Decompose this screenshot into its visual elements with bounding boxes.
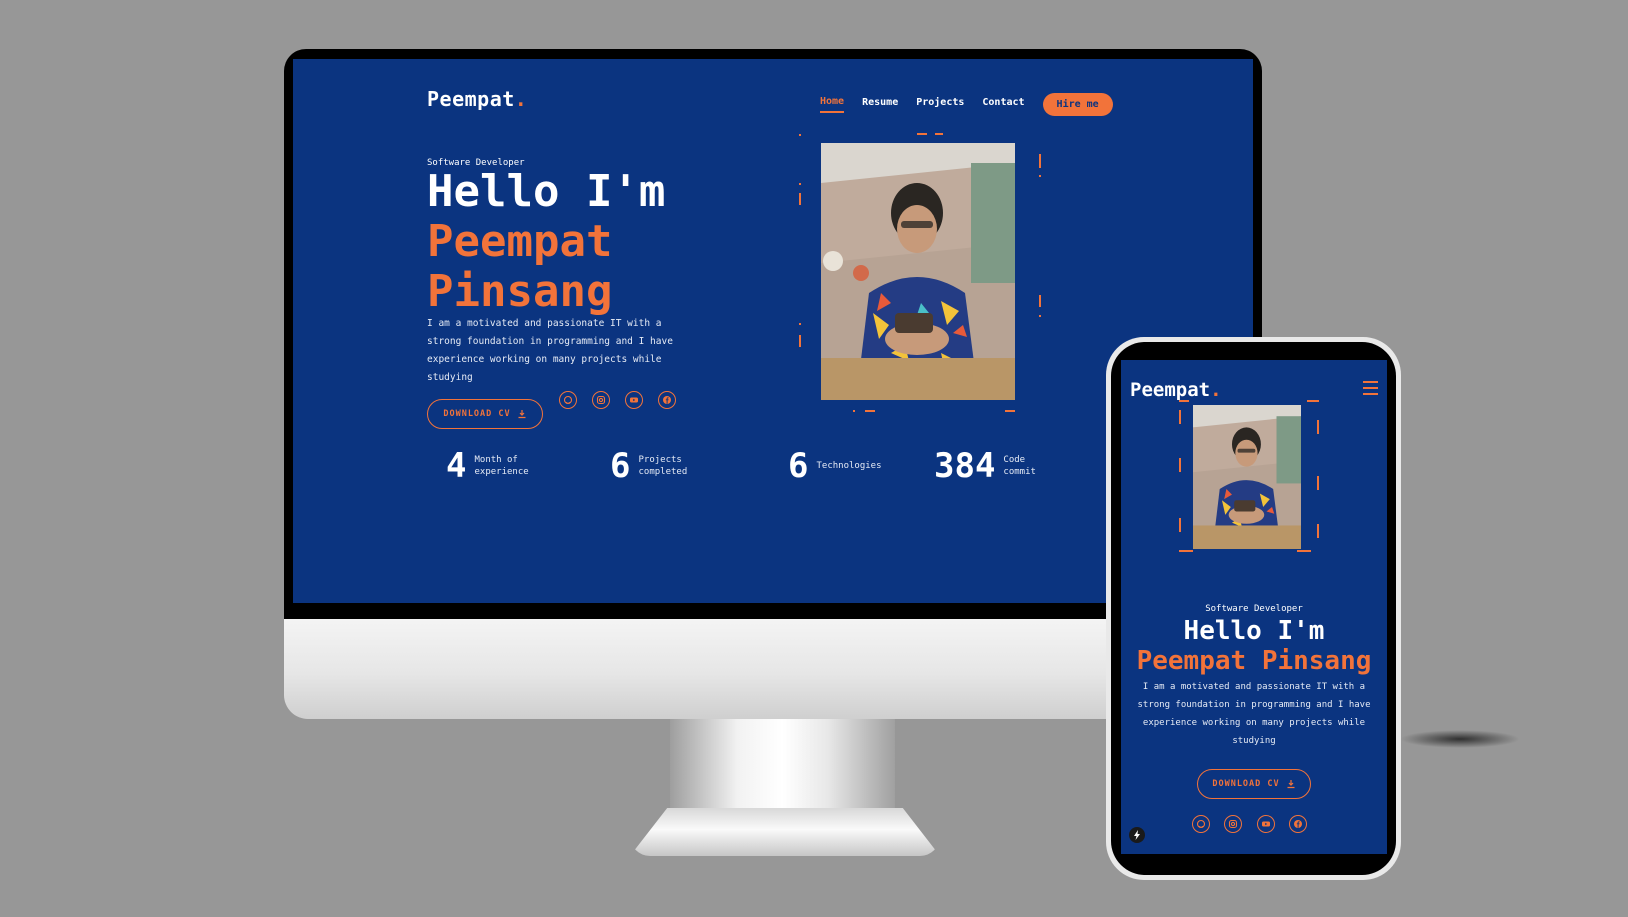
mobile-hero-heading: Hello I'm Peempat Pinsang (1121, 616, 1387, 676)
mobile-profile-photo (1193, 405, 1301, 549)
nav-projects[interactable]: Projects (916, 97, 964, 112)
instagram-icon[interactable] (592, 391, 610, 409)
mobile-greeting: Hello I'm (1183, 616, 1325, 646)
monitor-stand-base (630, 808, 940, 856)
facebook-icon[interactable] (658, 391, 676, 409)
profile-photo (821, 143, 1015, 400)
download-icon (1287, 780, 1295, 789)
download-cv-label: DOWNLOAD CV (443, 409, 511, 419)
github-icon[interactable] (1192, 815, 1210, 833)
stat-technologies: 6 Technologies (788, 446, 882, 486)
youtube-icon[interactable] (625, 391, 643, 409)
hero-description: I am a motivated and passionate IT with … (427, 318, 673, 383)
download-icon (518, 410, 526, 419)
bolt-icon[interactable] (1129, 827, 1145, 843)
mobile-screen: Peempat. Software Developer Hello I'm Pe… (1121, 360, 1387, 854)
mobile-download-cv-button[interactable]: DOWNLOAD CV (1197, 769, 1311, 799)
phone-shadow (1400, 730, 1520, 748)
brand-logo[interactable]: Peempat. (427, 87, 527, 111)
monitor-stand-neck (670, 719, 895, 811)
last-name: Pinsang (427, 266, 613, 317)
stat-experience: 4 Month of experience (446, 446, 529, 486)
hire-me-button[interactable]: Hire me (1042, 93, 1113, 116)
download-cv-button[interactable]: DOWNLOAD CV (427, 399, 543, 429)
mobile-role-subtitle: Software Developer (1205, 604, 1303, 614)
facebook-icon[interactable] (1289, 815, 1307, 833)
menu-icon[interactable] (1363, 381, 1378, 395)
greeting: Hello I'm (427, 166, 666, 217)
nav-home[interactable]: Home (820, 96, 845, 113)
main-nav: Home Resume Projects Contact Hire me (820, 93, 1113, 116)
first-name: Peempat (427, 216, 613, 267)
hero-heading: Hello I'm Peempat Pinsang (427, 167, 665, 317)
mobile-photo-frame (1179, 400, 1319, 558)
stat-projects: 6 Projects completed (610, 446, 688, 486)
stat-commits: 384 Code commit (934, 446, 1036, 486)
youtube-icon[interactable] (1257, 815, 1275, 833)
instagram-icon[interactable] (1224, 815, 1242, 833)
nav-contact[interactable]: Contact (982, 97, 1024, 112)
github-icon[interactable] (559, 391, 577, 409)
mobile-download-cv-label: DOWNLOAD CV (1212, 779, 1280, 789)
mobile-full-name: Peempat Pinsang (1136, 646, 1372, 676)
mobile-hero-description: I am a motivated and passionate IT with … (1137, 682, 1371, 746)
nav-resume[interactable]: Resume (862, 97, 898, 112)
mobile-brand-logo[interactable]: Peempat. (1130, 379, 1222, 401)
profile-photo-frame (799, 131, 1049, 421)
